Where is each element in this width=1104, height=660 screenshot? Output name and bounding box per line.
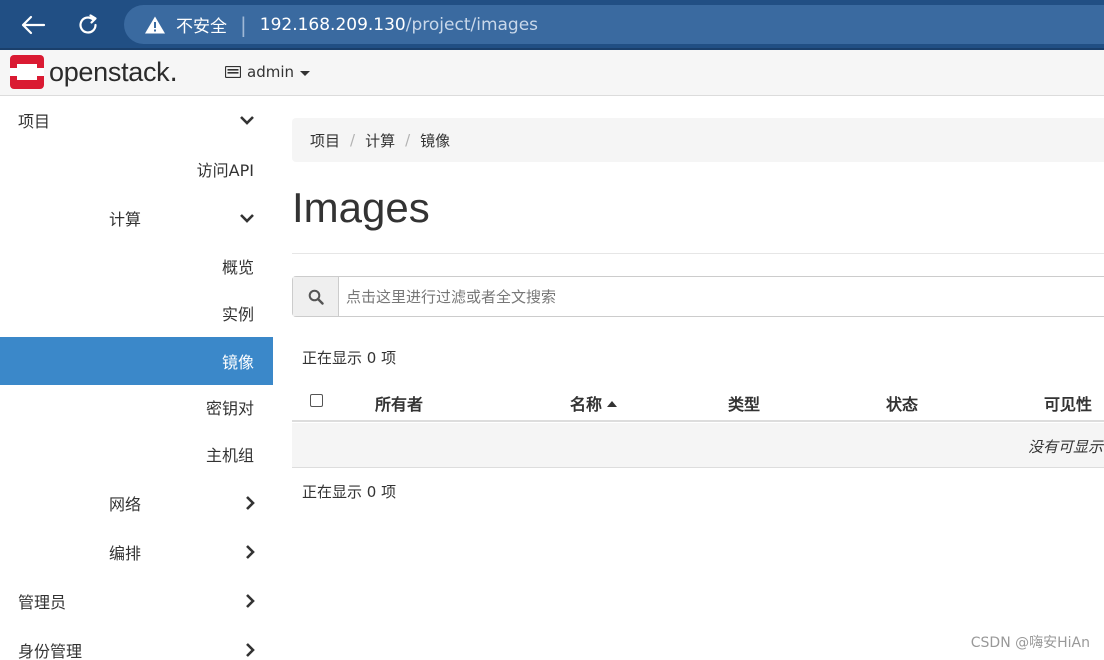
address-bar[interactable]: 不安全 | 192.168.209.130/project/images <box>124 5 1104 44</box>
column-header-name-label: 名称 <box>570 395 603 414</box>
page-title: Images <box>292 184 430 231</box>
column-header-status[interactable]: 状态 <box>886 391 918 415</box>
column-header-type[interactable]: 类型 <box>728 391 760 415</box>
empty-table-message: 没有可显示 <box>1028 438 1104 456</box>
sidebar-item-images[interactable]: 镜像 <box>0 337 273 385</box>
search-icon <box>308 289 324 305</box>
sidebar-item-label: 管理员 <box>18 593 67 612</box>
select-all-checkbox[interactable] <box>310 394 323 407</box>
sidebar-item-project[interactable]: 项目 <box>0 96 273 144</box>
table-header: 所有者 名称 类型 状态 可见性 <box>292 379 1104 422</box>
sidebar-nav: 项目 访问API 计算 概览 实例 镜像 密钥对 主机组 网络 编排 管理员 身… <box>0 96 273 660</box>
sidebar-item-api-access[interactable]: 访问API <box>0 145 273 193</box>
chevron-right-icon <box>246 545 255 559</box>
sidebar-item-instances[interactable]: 实例 <box>0 289 273 337</box>
column-header-visibility[interactable]: 可见性 <box>1044 391 1092 415</box>
sidebar-item-label: 密钥对 <box>205 399 254 418</box>
sidebar-item-orchestration[interactable]: 编排 <box>0 528 273 576</box>
main-content: 项目 / 计算 / 镜像 Images 正在显示 0 项 所有者 名称 类型 状… <box>292 96 1104 660</box>
openstack-logo[interactable]: openstack. <box>10 55 178 89</box>
chevron-down-icon <box>240 214 254 223</box>
project-name: admin <box>247 63 294 81</box>
watermark: CSDN @嗨安HiAn <box>970 635 1090 651</box>
item-count: 正在显示 0 项 <box>302 349 397 367</box>
breadcrumb-separator: / <box>405 131 411 149</box>
sidebar-item-overview[interactable]: 概览 <box>0 242 273 290</box>
sidebar-item-label: 实例 <box>221 305 254 324</box>
breadcrumb-item-project[interactable]: 项目 <box>310 130 340 151</box>
search-filter-group <box>292 276 1104 317</box>
logo-dot: . <box>169 56 178 88</box>
sidebar-item-label: 概览 <box>221 258 254 277</box>
chevron-right-icon <box>246 643 255 657</box>
chevron-right-icon <box>246 594 255 608</box>
url-path: /project/images <box>405 14 539 35</box>
back-button[interactable] <box>17 9 49 41</box>
column-header-owner[interactable]: 所有者 <box>375 391 423 415</box>
sidebar-item-label: 访问API <box>196 161 254 180</box>
breadcrumb: 项目 / 计算 / 镜像 <box>292 118 1104 162</box>
sidebar-item-server-groups[interactable]: 主机组 <box>0 430 273 478</box>
insecure-label: 不安全 <box>176 17 227 37</box>
sidebar-item-label: 主机组 <box>205 446 254 465</box>
project-dropdown[interactable]: admin <box>225 63 310 81</box>
warning-icon <box>145 16 165 33</box>
server-icon <box>225 66 241 78</box>
sidebar-item-identity[interactable]: 身份管理 <box>0 626 273 660</box>
address-divider: | <box>240 12 247 37</box>
openstack-logo-icon <box>10 55 44 89</box>
security-indicator[interactable]: 不安全 <box>144 5 227 44</box>
sidebar-item-compute[interactable]: 计算 <box>0 194 273 242</box>
title-divider <box>292 253 1104 254</box>
sidebar-item-key-pairs[interactable]: 密钥对 <box>0 383 273 431</box>
search-button[interactable] <box>293 277 339 316</box>
item-count-footer: 正在显示 0 项 <box>302 483 397 501</box>
caret-down-icon <box>300 70 310 76</box>
breadcrumb-item-compute[interactable]: 计算 <box>365 130 395 151</box>
sidebar-item-network[interactable]: 网络 <box>0 479 273 527</box>
browser-toolbar: 不安全 | 192.168.209.130/project/images <box>0 0 1104 50</box>
chevron-down-icon <box>240 116 254 125</box>
column-header-name[interactable]: 名称 <box>570 391 618 415</box>
search-input[interactable] <box>339 277 1104 316</box>
url-host: 192.168.209.130 <box>259 14 406 35</box>
table-empty-row: 没有可显示 <box>292 423 1104 468</box>
sidebar-item-label: 项目 <box>18 112 51 131</box>
breadcrumb-separator: / <box>350 131 356 149</box>
arrow-left-icon <box>21 15 46 35</box>
reload-button[interactable] <box>72 9 104 41</box>
breadcrumb-item-images: 镜像 <box>420 131 451 150</box>
sidebar-item-label: 网络 <box>109 495 142 514</box>
sidebar-item-label: 身份管理 <box>18 642 83 660</box>
chevron-right-icon <box>246 496 255 510</box>
reload-icon <box>79 14 97 34</box>
app-header: openstack. admin <box>0 50 1104 96</box>
sidebar-item-admin[interactable]: 管理员 <box>0 577 273 625</box>
logo-text: openstack <box>49 56 170 87</box>
sidebar-item-label: 计算 <box>109 210 142 229</box>
sidebar-item-label: 编排 <box>109 544 142 563</box>
sort-ascending-icon <box>607 401 618 407</box>
sidebar-item-label: 镜像 <box>221 353 254 372</box>
